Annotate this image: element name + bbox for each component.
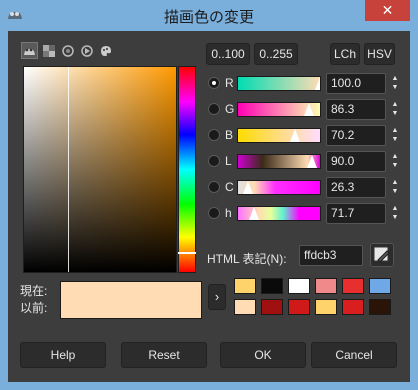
help-button[interactable]: Help: [20, 342, 106, 368]
hsv-button[interactable]: HSV: [364, 43, 395, 65]
channel-label-c: C: [225, 180, 234, 194]
sv-cursor-line: [68, 67, 69, 272]
close-button[interactable]: ✕: [365, 0, 410, 21]
spin-b[interactable]: 70.2: [326, 125, 386, 146]
hue-strip[interactable]: [178, 66, 196, 273]
html-notation-input[interactable]: ffdcb3: [299, 245, 363, 266]
channel-label-g: G: [225, 102, 235, 116]
eyedropper-icon: [373, 246, 390, 263]
channel-radio-b[interactable]: [208, 129, 220, 141]
palette-icon: [100, 45, 111, 56]
history-swatch[interactable]: [315, 278, 337, 294]
slider-g[interactable]: [237, 102, 321, 117]
history-swatch[interactable]: [369, 278, 391, 294]
cancel-button[interactable]: Cancel: [311, 342, 397, 368]
slider-c[interactable]: [237, 180, 321, 195]
watercolor-icon: [61, 44, 74, 57]
history-swatch[interactable]: [315, 299, 337, 315]
lch-button[interactable]: LCh: [330, 43, 360, 65]
color-preview-labels: 現在: 以前:: [20, 283, 47, 317]
slider-l[interactable]: [237, 154, 321, 169]
spin-arrows-icon[interactable]: ▲ ▼: [389, 100, 401, 119]
spin-l[interactable]: 90.0: [326, 151, 386, 172]
spin-r[interactable]: 100.0: [326, 73, 386, 94]
slider-marker[interactable]: [290, 129, 301, 142]
reset-button[interactable]: Reset: [121, 342, 207, 368]
history-swatch[interactable]: [288, 299, 310, 315]
spin-arrows-icon[interactable]: ▲ ▼: [389, 126, 401, 145]
cmyk-selector-icon: [42, 44, 55, 57]
previous-color-label: 以前:: [20, 301, 48, 315]
channel-radio-l[interactable]: [208, 155, 220, 167]
tab-wheel-selector[interactable]: [79, 43, 94, 58]
color-picker-button[interactable]: [370, 243, 394, 267]
tab-gimp-selector[interactable]: [21, 42, 38, 59]
slider-b[interactable]: [237, 128, 321, 143]
slider-marker[interactable]: [303, 103, 314, 116]
title-bar: 描画色の変更 ✕: [0, 0, 418, 30]
slider-marker[interactable]: [242, 181, 253, 194]
tab-palette-selector[interactable]: [98, 43, 113, 58]
tab-watercolor-selector[interactable]: [60, 43, 75, 58]
slider-marker[interactable]: [315, 77, 320, 90]
tab-cmyk-selector[interactable]: [41, 43, 56, 58]
spin-arrows-icon[interactable]: ▲ ▼: [389, 152, 401, 171]
current-color-label: 現在:: [20, 284, 48, 298]
spin-arrows-icon[interactable]: ▲ ▼: [389, 178, 401, 197]
spin-h[interactable]: 71.7: [326, 203, 386, 224]
channel-radio-g[interactable]: [208, 103, 220, 115]
spin-arrows-icon[interactable]: ▲ ▼: [389, 74, 401, 93]
history-swatch[interactable]: [342, 299, 364, 315]
slider-marker[interactable]: [306, 155, 317, 168]
spin-arrows-icon[interactable]: ▲ ▼: [389, 204, 401, 223]
channel-radio-h[interactable]: [208, 207, 220, 219]
ok-button[interactable]: OK: [220, 342, 306, 368]
history-swatch[interactable]: [261, 299, 283, 315]
spin-g[interactable]: 86.3: [326, 99, 386, 120]
slider-marker[interactable]: [249, 207, 260, 220]
wheel-icon: [80, 44, 93, 57]
history-swatch[interactable]: [234, 299, 256, 315]
channel-radio-r[interactable]: [208, 77, 220, 89]
history-swatch[interactable]: [261, 278, 283, 294]
spin-c[interactable]: 26.3: [326, 177, 386, 198]
channel-label-r: R: [225, 76, 234, 90]
history-swatch[interactable]: [342, 278, 364, 294]
current-color-swatch: [60, 281, 202, 319]
channel-label-b: B: [225, 128, 234, 142]
slider-h[interactable]: [237, 206, 321, 221]
copy-to-history-button[interactable]: ›: [208, 284, 226, 310]
dialog-body: 現在: 以前: 0..100 0..255 LCh HSV R 100.0 ▲ ▼…: [8, 31, 410, 382]
channel-label-h: h: [225, 206, 232, 220]
hue-marker[interactable]: [178, 252, 196, 254]
window-title: 描画色の変更: [163, 9, 254, 26]
channel-label-l: L: [225, 154, 232, 168]
gimp-wilber-icon: [24, 48, 35, 55]
slider-r[interactable]: [237, 76, 321, 91]
range-0-255-button[interactable]: 0..255: [254, 43, 298, 65]
selector-tabs: [21, 42, 113, 59]
html-notation-label: HTML 表記(N):: [207, 252, 287, 266]
history-swatch[interactable]: [234, 278, 256, 294]
channel-radio-c[interactable]: [208, 181, 220, 193]
history-swatch[interactable]: [369, 299, 391, 315]
range-0-100-button[interactable]: 0..100: [206, 43, 250, 65]
history-swatch[interactable]: [288, 278, 310, 294]
saturation-value-area[interactable]: [23, 66, 177, 273]
